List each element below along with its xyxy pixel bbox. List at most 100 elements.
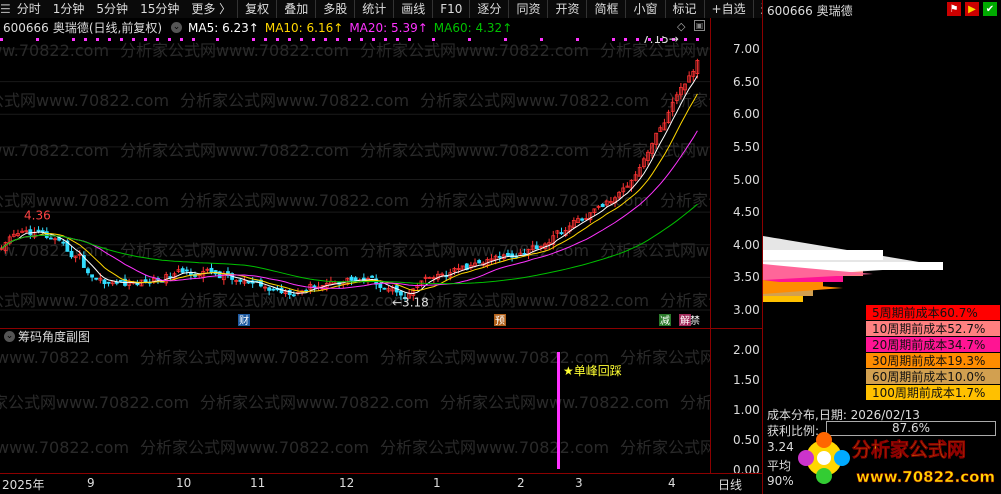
watermark-text: 分析家公式网www.70822.com xyxy=(180,191,409,210)
date-label-apr: 4 xyxy=(668,476,676,490)
tab-1min[interactable]: 1分钟 xyxy=(47,0,91,18)
signal-label: ★单峰回踩 xyxy=(563,364,622,378)
legend-item: 10周期前成本52.7% xyxy=(866,321,1000,337)
expand-icon[interactable]: ▣ xyxy=(694,20,705,31)
candle-body xyxy=(135,282,140,286)
same-capital-button[interactable]: 同资 xyxy=(508,0,547,18)
sub-chart-header: ⌄ 筹码角度副图 xyxy=(0,328,710,344)
low-price-label: ←3.18 xyxy=(392,295,429,309)
candle-body xyxy=(349,276,354,281)
candle-body xyxy=(534,245,539,250)
watermark-text: 分析家公式网www.70822.com xyxy=(180,91,409,110)
candle-body xyxy=(119,279,123,282)
date-label-nov: 11 xyxy=(250,476,266,490)
candle-body xyxy=(580,218,584,221)
high-price-label: 4.36 xyxy=(24,208,51,222)
add-watchlist-button[interactable]: +自选 xyxy=(703,0,753,18)
candle-body xyxy=(86,268,90,274)
panel-icons: ⚑ ▶ ✔ xyxy=(947,2,997,16)
sub-chart-settings-icon[interactable]: ⌄ xyxy=(4,330,15,342)
watermark-text: 分析家公式网www.70822.com xyxy=(620,438,710,457)
logo-name: 分析家公式网 xyxy=(852,438,966,461)
watermark-text: 分析家公式网www.70822.com xyxy=(440,393,669,412)
date-label-feb: 2 xyxy=(517,476,525,490)
period-selector[interactable]: 日线 xyxy=(718,476,742,493)
diamond-icon[interactable]: ◇ xyxy=(677,20,685,33)
flag-icon[interactable]: ⚑ xyxy=(947,2,961,16)
watermark-text: 分析家公式网www.70822.com xyxy=(0,141,109,160)
sub-tick: 2.00 xyxy=(733,343,760,357)
date-label-mar: 3 xyxy=(575,476,583,490)
watermark-text: 分析家公式网www.70822.com xyxy=(0,91,169,110)
overlay-button[interactable]: 叠加 xyxy=(276,0,315,18)
candle-body xyxy=(370,275,374,278)
watermark-text: 分析家公式网www.70822.com xyxy=(600,241,710,260)
chip-angle-chart[interactable]: 分析家公式网www.70822.com 分析家公式网www.70822.com 分析… xyxy=(0,343,710,473)
candle-body xyxy=(184,269,189,272)
tab-5min[interactable]: 5分钟 xyxy=(90,0,134,18)
f10-button[interactable]: F10 xyxy=(432,0,469,18)
ma5-label: MA5: 6.23↑ xyxy=(188,20,259,35)
ma10-label: MA10: 6.16↑ xyxy=(264,20,344,35)
tick-button[interactable]: 逐分 xyxy=(469,0,508,18)
stats-button[interactable]: 统计 xyxy=(354,0,393,18)
candle-body xyxy=(378,283,383,288)
candle-body xyxy=(559,232,564,235)
sub-tick: 1.00 xyxy=(733,403,760,417)
date-label-year: 2025年 xyxy=(2,478,45,492)
candle-body xyxy=(238,279,243,282)
event-marker-text: 减 xyxy=(660,315,670,327)
watermark-text: 分析家公式网www.70822.com xyxy=(380,438,609,457)
draw-line-button[interactable]: 画线 xyxy=(393,0,432,18)
check-icon[interactable]: ✔ xyxy=(983,2,997,16)
candle-body xyxy=(106,281,111,284)
candle-body xyxy=(522,253,527,255)
candle-body xyxy=(497,256,502,258)
period-toolbar: ☰ 分时 1分钟 5分钟 15分钟 更多 〉 复权 叠加 多股 统计 画线 F1… xyxy=(0,0,785,18)
small-window-button[interactable]: 小窗 xyxy=(625,0,664,18)
cost-legend: 5周期前成本60.7% 10周期前成本52.7% 20周期前成本34.7% 30周期前… xyxy=(866,305,1000,401)
candle-body xyxy=(94,277,99,280)
price-tick: 4.50 xyxy=(733,205,760,220)
candle-body xyxy=(69,250,74,258)
price-tick: 4.00 xyxy=(733,237,760,252)
distribution-band xyxy=(763,296,803,302)
mark-button[interactable]: 标记 xyxy=(664,0,704,18)
multi-stock-button[interactable]: 多股 xyxy=(315,0,354,18)
candle-body xyxy=(189,272,193,275)
candlestick-chart[interactable]: 分析家公式网www.70822.com 分析家公式网www.70822.com 分析… xyxy=(0,36,710,328)
menu-icon[interactable]: ☰ xyxy=(0,0,11,18)
watermark-text: 分析家公式网www.70822.com xyxy=(0,241,109,260)
legend-item: 20周期前成本34.7% xyxy=(866,337,1000,353)
event-marker-text: 解禁 xyxy=(680,314,700,327)
indicator-settings-icon[interactable]: ⌄ xyxy=(171,22,183,33)
sub-tick: 0.50 xyxy=(733,433,760,447)
watermark-text: 分析家公式网www.70822.com xyxy=(660,291,710,310)
date-label-jan: 1 xyxy=(433,476,441,490)
ninety-percent-label: 90% xyxy=(767,474,794,488)
candle-body xyxy=(36,229,41,232)
watermark-text: 分析家公式网www.70822.com xyxy=(120,141,349,160)
simple-frame-button[interactable]: 简框 xyxy=(586,0,625,18)
ma20-label: MA20: 5.39↑ xyxy=(349,20,428,35)
watermark-text: 分析家公式网www.70822.com xyxy=(360,41,589,60)
price-axis: 7.00 6.50 6.00 5.50 5.00 4.50 4.00 3.50 3.00 xyxy=(710,18,762,328)
event-marker-text: 预 xyxy=(495,315,505,327)
play-icon[interactable]: ▶ xyxy=(965,2,979,16)
date-label-sep: 9 xyxy=(87,476,95,490)
tab-intraday[interactable]: 分时 xyxy=(11,0,47,18)
tab-more[interactable]: 更多 〉 xyxy=(185,0,237,18)
legend-item: 5周期前成本60.7% xyxy=(866,305,1000,321)
tab-15min[interactable]: 15分钟 xyxy=(134,0,185,18)
adjust-button[interactable]: 复权 xyxy=(237,0,276,18)
chip-distribution-panel: 600666 奥瑞德 ⚑ ▶ ✔ 5周期前成本60.7% 10周期前成本52.7%… xyxy=(762,0,1001,494)
watermark-text: 分析家公式网www.70822.com xyxy=(660,191,710,210)
main-chart-header: 600666 奥瑞德 (日线,前复权) ⌄ MA5: 6.23↑ MA10: 6… xyxy=(0,19,710,36)
price-tick: 3.50 xyxy=(733,270,760,285)
open-capital-button[interactable]: 开资 xyxy=(547,0,586,18)
date-label-dec: 12 xyxy=(339,476,355,490)
candle-body xyxy=(382,287,387,290)
watermark-text: 分析家公式网www.70822.com xyxy=(360,141,589,160)
candle-body xyxy=(510,253,514,258)
event-marker-text: 财 xyxy=(239,314,249,327)
